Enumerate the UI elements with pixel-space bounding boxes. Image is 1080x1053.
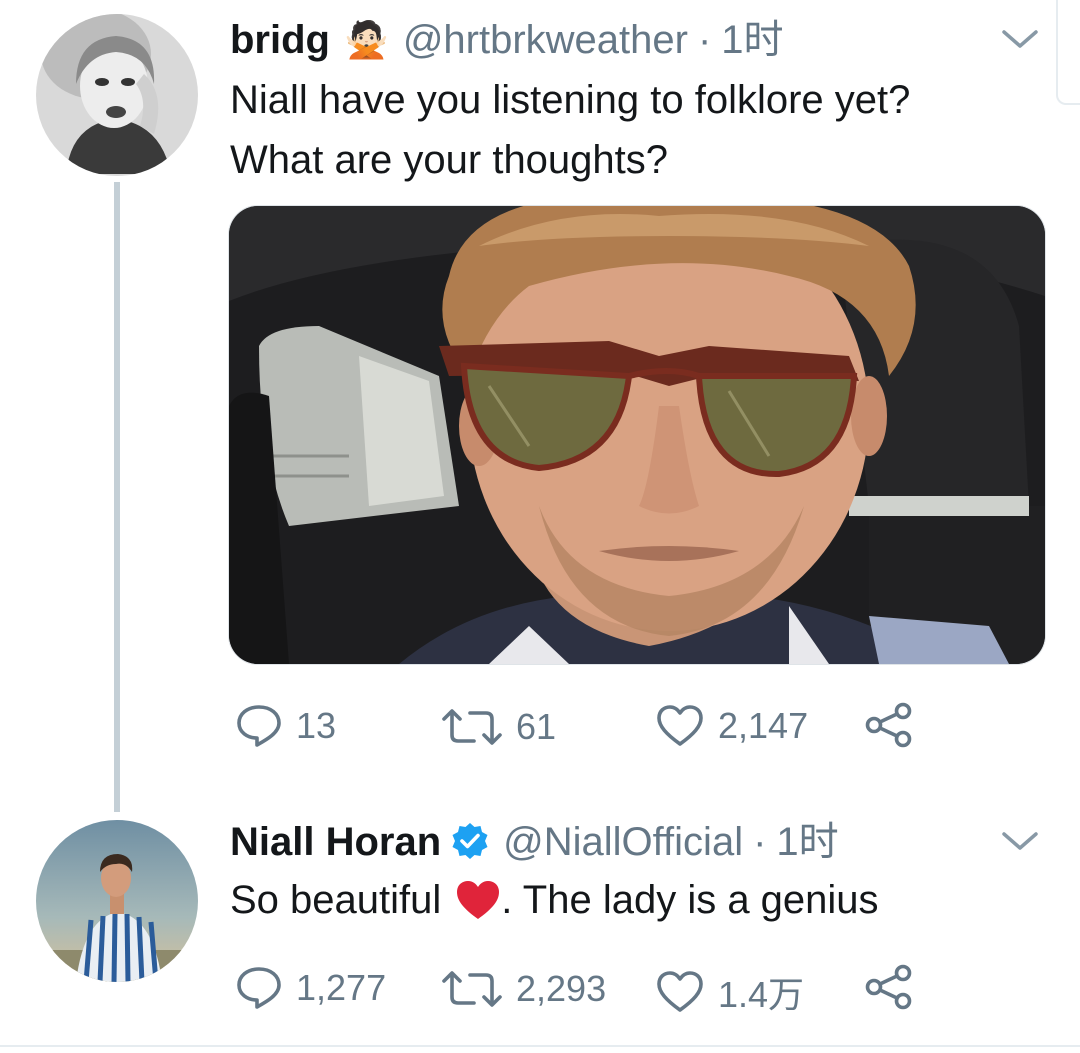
reply-count: 1,277	[296, 967, 387, 1008]
meta-separator: ·	[697, 18, 712, 62]
retweet-button[interactable]: 61	[440, 706, 556, 748]
share-button[interactable]	[864, 964, 914, 1010]
reply-button[interactable]: 13	[236, 704, 336, 748]
like-icon	[657, 971, 703, 1012]
chevron-down-icon[interactable]	[1000, 24, 1040, 59]
tweet-photo[interactable]	[228, 205, 1046, 665]
tweet-header: Niall Horan @NiallOfficial · 1时	[230, 818, 839, 866]
user-handle[interactable]: @NiallOfficial	[503, 818, 743, 866]
tweet-text-part: So beautiful	[230, 878, 442, 922]
user-handle[interactable]: @hrtbrkweather	[403, 16, 688, 64]
retweet-icon	[442, 971, 502, 1007]
verified-badge-icon	[449, 821, 491, 863]
like-count: 2,147	[718, 705, 809, 746]
retweet-count: 2,293	[516, 968, 607, 1009]
share-button[interactable]	[864, 702, 914, 748]
share-icon	[865, 964, 912, 1010]
retweet-icon	[442, 709, 502, 745]
tweet-actions: 1,277 2,293 1.4万	[0, 962, 1080, 1015]
red-heart-icon	[455, 879, 501, 921]
tweet-text-line: What are your thoughts?	[230, 138, 669, 182]
reply-icon	[237, 967, 281, 1009]
like-button[interactable]: 2,147	[656, 704, 808, 748]
chevron-down-icon[interactable]	[1000, 826, 1040, 861]
tweet-text: So beautiful . The lady is a genius	[230, 870, 1050, 930]
like-count: 1.4万	[718, 974, 805, 1015]
side-panel-edge	[1056, 0, 1080, 105]
display-name[interactable]: Niall Horan	[230, 818, 441, 866]
avatar-niall[interactable]	[36, 820, 198, 982]
share-icon	[865, 702, 912, 748]
name-emoji: 🙅🏻	[343, 19, 389, 60]
bottom-divider	[0, 1045, 1080, 1047]
meta-separator: ·	[753, 820, 767, 864]
tweet-text-line: Niall have you listening to folklore yet…	[230, 78, 911, 122]
like-icon	[657, 705, 703, 746]
reply-count: 13	[296, 705, 337, 746]
tweet-actions: 13 61 2,147	[0, 700, 1080, 750]
reply-icon	[237, 705, 281, 747]
retweet-button[interactable]: 2,293	[440, 968, 606, 1010]
like-button[interactable]: 1.4万	[656, 966, 804, 1018]
retweet-count: 61	[516, 706, 557, 747]
tweet-text-part: . The lady is a genius	[501, 878, 879, 922]
timestamp[interactable]: 1时	[721, 16, 783, 64]
tweet-header: bridg 🙅🏻 @hrtbrkweather · 1时	[230, 16, 784, 64]
reply-button[interactable]: 1,277	[236, 966, 386, 1010]
tweet-text: Niall have you listening to folklore yet…	[230, 70, 1050, 190]
timestamp[interactable]: 1时	[776, 818, 838, 866]
avatar-bridg[interactable]	[36, 14, 198, 176]
display-name[interactable]: bridg	[230, 16, 330, 64]
